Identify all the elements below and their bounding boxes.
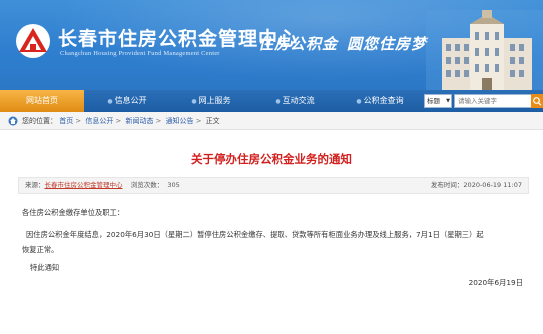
meta-time-label: 发布时间：	[430, 181, 464, 189]
search-type-select[interactable]: 标题 ▼	[424, 94, 452, 108]
meta-source-label: 来源：	[25, 181, 45, 189]
meta-views-label: 浏览次数：	[130, 181, 164, 189]
nav-dot-icon: ●	[107, 98, 113, 105]
breadcrumb-prefix: 您的位置：	[22, 117, 57, 125]
breadcrumb-item-current: 正文	[205, 117, 220, 125]
breadcrumb-separator: >	[75, 117, 82, 125]
article-paragraph-line1: 因住房公积金年度结息，2020年6月30日（星期二）暂停住房公积金缴存、提取、贷…	[26, 230, 484, 239]
nav-item-info-public[interactable]: ● 信息公开	[92, 90, 162, 112]
meta-views-count: 305	[167, 181, 180, 189]
nav-dot-icon: ●	[275, 98, 281, 105]
nav-item-label: 公积金查询	[363, 96, 404, 105]
article-date: 2020年6月19日	[468, 278, 523, 287]
site-subtitle: Changchun Housing Provident Fund Managem…	[60, 50, 220, 57]
nav-item-interaction[interactable]: ● 互动交流	[260, 90, 330, 112]
slogan-text-1: 住房公积金	[258, 35, 339, 53]
nav-item-label: 互动交流	[282, 96, 315, 105]
breadcrumb-separator: >	[195, 117, 202, 125]
nav-item-label: 网站首页	[26, 96, 58, 105]
article-greeting: 各住房公积金缴存单位及职工：	[22, 208, 125, 217]
slogan-text-2: 圆您住房梦	[347, 35, 428, 53]
nav-item-online-service[interactable]: ● 网上服务	[176, 90, 246, 112]
nav-item-home[interactable]: 网站首页	[0, 90, 84, 112]
location-icon	[8, 116, 18, 126]
nav-dot-icon: ●	[191, 98, 197, 105]
article-meta: 来源：长春市住房公积金管理中心 浏览次数： 305 发布时间：2020-06-1…	[18, 177, 529, 194]
breadcrumb: 您的位置： 首页 > 信息公开 > 新闻动态 > 通知公告 > 正文	[0, 112, 543, 130]
article-title: 关于停办住房公积金业务的通知	[191, 152, 352, 166]
building-image	[426, 10, 543, 90]
nav-dot-icon: ●	[356, 98, 362, 105]
search-type-value: 标题	[427, 97, 440, 105]
article-closing: 特此通知	[30, 263, 60, 272]
meta-time-value: 2020-06-19 11:07	[463, 181, 522, 189]
logo-icon[interactable]	[14, 22, 52, 60]
search-input[interactable]: 请输入关键字	[454, 94, 532, 108]
meta-source-link[interactable]: 长春市住房公积金管理中心	[45, 181, 123, 189]
breadcrumb-item-info-public[interactable]: 信息公开	[85, 117, 113, 125]
chevron-down-icon: ▼	[446, 98, 450, 104]
breadcrumb-item-notices[interactable]: 通知公告	[166, 117, 194, 125]
main-nav: 网站首页 ● 信息公开 ● 网上服务 ● 互动交流 ● 公积金查询 标题 ▼ 请输入关键…	[0, 90, 543, 112]
site-header: 长春市住房公积金管理中心 Changchun Housing Provident…	[0, 0, 543, 90]
breadcrumb-separator: >	[115, 117, 122, 125]
search-icon[interactable]	[531, 94, 543, 108]
nav-item-label: 信息公开	[114, 96, 147, 105]
breadcrumb-separator: >	[155, 117, 162, 125]
search-placeholder: 请输入关键字	[458, 97, 497, 105]
nav-item-fund-query[interactable]: ● 公积金查询	[342, 90, 418, 112]
article-paragraph-line2: 恢复正常。	[22, 245, 59, 254]
breadcrumb-item-home[interactable]: 首页	[59, 117, 73, 125]
nav-item-label: 网上服务	[198, 96, 231, 105]
breadcrumb-item-news[interactable]: 新闻动态	[125, 117, 153, 125]
